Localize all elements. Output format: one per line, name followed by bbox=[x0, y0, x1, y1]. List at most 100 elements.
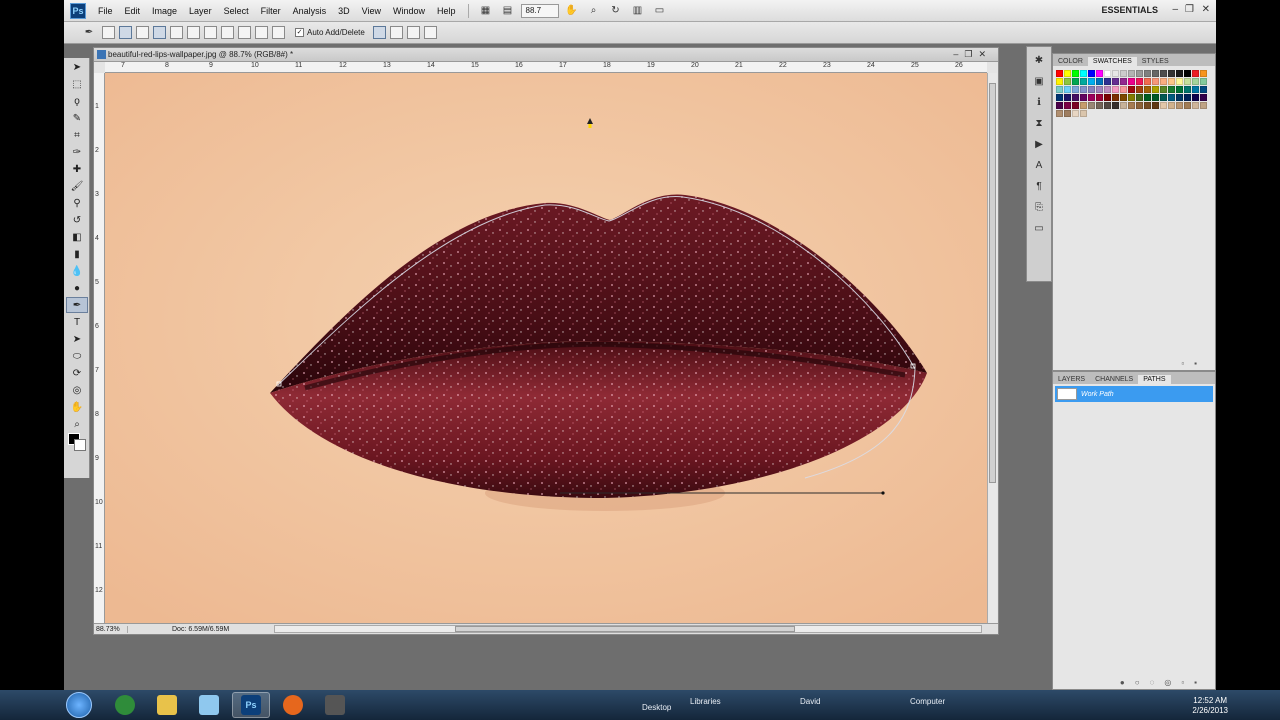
swatch[interactable] bbox=[1064, 86, 1071, 93]
clone-stamp-icon[interactable]: ⚲ bbox=[66, 195, 88, 211]
swatch[interactable] bbox=[1128, 94, 1135, 101]
actions-icon[interactable]: ▶ bbox=[1031, 137, 1047, 151]
swatch[interactable] bbox=[1088, 70, 1095, 77]
swatch[interactable] bbox=[1176, 78, 1183, 85]
eyedropper-tool-icon[interactable]: ✑ bbox=[66, 144, 88, 160]
toolbar-libraries[interactable]: Libraries bbox=[690, 697, 721, 706]
horizontal-ruler[interactable]: 7 8 9 10 11 12 13 14 15 16 17 18 19 20 2… bbox=[105, 62, 987, 73]
swatch[interactable] bbox=[1080, 94, 1087, 101]
swatch[interactable] bbox=[1096, 94, 1103, 101]
clone-source-icon[interactable]: ⎘ bbox=[1031, 200, 1047, 214]
swatch[interactable] bbox=[1184, 102, 1191, 109]
swatch[interactable] bbox=[1168, 102, 1175, 109]
masks-icon[interactable]: ▣ bbox=[1031, 74, 1047, 88]
info-icon[interactable]: ℹ bbox=[1031, 95, 1047, 109]
swatch[interactable] bbox=[1056, 94, 1063, 101]
swatch[interactable] bbox=[1160, 70, 1167, 77]
status-doc-size[interactable]: Doc: 6.59M/6.59M bbox=[172, 626, 229, 633]
add-to-path-icon[interactable] bbox=[372, 26, 386, 39]
swatch[interactable] bbox=[1104, 94, 1111, 101]
swatch[interactable] bbox=[1104, 86, 1111, 93]
paths-mode-icon[interactable] bbox=[119, 26, 132, 39]
taskbar-tool[interactable] bbox=[190, 692, 228, 718]
swatch[interactable] bbox=[1176, 102, 1183, 109]
swatch[interactable] bbox=[1120, 102, 1127, 109]
ellipse-icon[interactable] bbox=[221, 26, 234, 39]
swatch[interactable] bbox=[1112, 86, 1119, 93]
swatch[interactable] bbox=[1072, 78, 1079, 85]
swatch[interactable] bbox=[1128, 70, 1135, 77]
swatch[interactable] bbox=[1128, 86, 1135, 93]
system-clock[interactable]: 12:52 AM 2/26/2013 bbox=[1192, 696, 1228, 716]
shape-tool-icon[interactable]: ⬭ bbox=[66, 348, 88, 364]
tab-paths[interactable]: PATHS bbox=[1138, 375, 1171, 384]
fill-pixels-icon[interactable] bbox=[136, 26, 149, 39]
history-brush-icon[interactable]: ↺ bbox=[66, 212, 88, 228]
swatch[interactable] bbox=[1152, 78, 1159, 85]
menu-image[interactable]: Image bbox=[146, 6, 183, 16]
zoom-tool-icon[interactable]: ⌕ bbox=[66, 416, 88, 432]
photoshop-logo-icon[interactable]: Ps bbox=[70, 2, 86, 19]
zoom-tool-icon[interactable]: ⌕ bbox=[587, 4, 601, 18]
swatch[interactable] bbox=[1072, 70, 1079, 77]
horizontal-scroll-thumb[interactable] bbox=[455, 626, 795, 632]
swatch[interactable] bbox=[1192, 102, 1199, 109]
menu-select[interactable]: Select bbox=[218, 6, 255, 16]
swatch[interactable] bbox=[1144, 102, 1151, 109]
swatch[interactable] bbox=[1064, 78, 1071, 85]
document-window-controls[interactable]: –❐✕ bbox=[953, 49, 992, 60]
swatch[interactable] bbox=[1056, 86, 1063, 93]
swatch[interactable] bbox=[1144, 94, 1151, 101]
character-icon[interactable]: A bbox=[1031, 158, 1047, 172]
vertical-scrollbar[interactable] bbox=[987, 73, 997, 623]
horizontal-scrollbar[interactable] bbox=[274, 625, 982, 633]
swatch[interactable] bbox=[1096, 86, 1103, 93]
swatch[interactable] bbox=[1200, 86, 1207, 93]
swatch[interactable] bbox=[1096, 70, 1103, 77]
swatch[interactable] bbox=[1192, 86, 1199, 93]
close-icon[interactable]: ✕ bbox=[1202, 4, 1210, 15]
swatch[interactable] bbox=[1200, 70, 1207, 77]
workspace-switcher[interactable]: ESSENTIALS bbox=[1101, 5, 1158, 15]
pen-tool-icon[interactable]: ✒ bbox=[66, 297, 88, 313]
taskbar-ie[interactable] bbox=[106, 692, 144, 718]
tab-channels[interactable]: CHANNELS bbox=[1090, 375, 1138, 384]
image-canvas[interactable] bbox=[105, 73, 987, 623]
swatch[interactable] bbox=[1136, 102, 1143, 109]
swatch[interactable] bbox=[1144, 78, 1151, 85]
intersect-path-icon[interactable] bbox=[406, 26, 420, 39]
menu-filter[interactable]: Filter bbox=[255, 6, 287, 16]
swatch[interactable] bbox=[1096, 78, 1103, 85]
freeform-pen-icon[interactable] bbox=[170, 26, 183, 39]
swatch[interactable] bbox=[1104, 70, 1111, 77]
crop-tool-icon[interactable]: ⌗ bbox=[66, 127, 88, 143]
swatch[interactable] bbox=[1192, 78, 1199, 85]
swatch[interactable] bbox=[1056, 102, 1063, 109]
swatch[interactable] bbox=[1176, 86, 1183, 93]
taskbar-photoshop[interactable]: Ps bbox=[232, 692, 270, 718]
swatch[interactable] bbox=[1080, 102, 1087, 109]
gradient-tool-icon[interactable]: ▮ bbox=[66, 246, 88, 262]
swatch[interactable] bbox=[1080, 78, 1087, 85]
taskbar-explorer[interactable] bbox=[148, 692, 186, 718]
swatch[interactable] bbox=[1088, 86, 1095, 93]
menu-window[interactable]: Window bbox=[387, 6, 431, 16]
toolbar-desktop[interactable]: Desktop bbox=[642, 703, 671, 712]
swatch[interactable] bbox=[1072, 94, 1079, 101]
swatch[interactable] bbox=[1128, 102, 1135, 109]
move-tool-icon[interactable]: ➤ bbox=[66, 59, 88, 75]
swatch[interactable] bbox=[1160, 102, 1167, 109]
screen-mode-icon[interactable]: ▭ bbox=[653, 4, 667, 18]
swatch[interactable] bbox=[1192, 70, 1199, 77]
taskbar-calculator[interactable] bbox=[316, 692, 354, 718]
path-selection-icon[interactable]: ➤ bbox=[66, 331, 88, 347]
swatch[interactable] bbox=[1088, 102, 1095, 109]
auto-add-delete-checkbox[interactable]: ✓ bbox=[295, 28, 304, 37]
swatch[interactable] bbox=[1136, 86, 1143, 93]
pen-icon[interactable] bbox=[153, 26, 166, 39]
swatch[interactable] bbox=[1168, 86, 1175, 93]
status-zoom[interactable]: 88.73% bbox=[94, 625, 128, 633]
swatch[interactable] bbox=[1168, 70, 1175, 77]
swatch[interactable] bbox=[1104, 102, 1111, 109]
tab-styles[interactable]: STYLES bbox=[1137, 57, 1174, 66]
